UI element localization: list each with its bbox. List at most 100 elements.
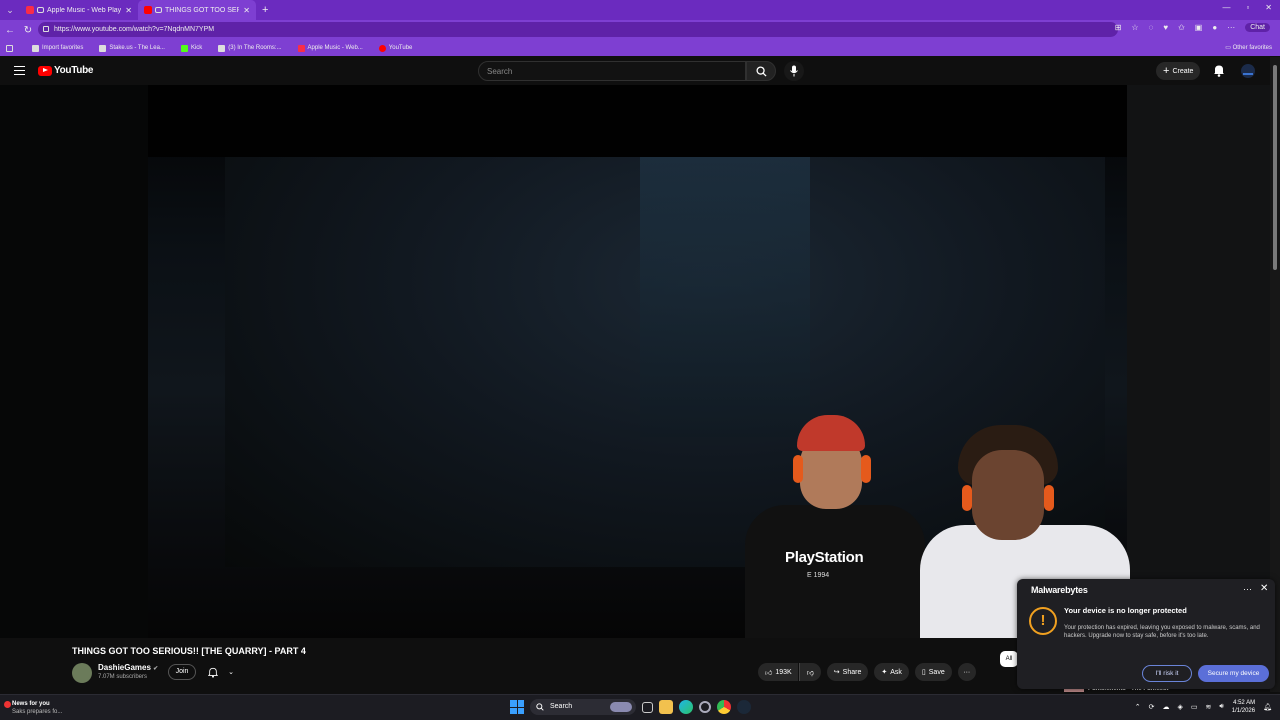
apple-music-favicon-icon [297,44,305,52]
share-button[interactable]: ↪ Share [826,663,869,681]
chevron-up-icon[interactable]: ⌃ [1135,703,1141,711]
sparkle-icon: ✦ [881,669,888,676]
cloud-icon[interactable]: ☁ [1162,703,1169,711]
lock-icon [43,26,49,32]
bookmark-stake[interactable]: Stake.us - The Lea... [99,44,165,52]
create-button[interactable]: + Create [1156,62,1201,80]
secure-device-button[interactable]: Secure my device [1198,665,1269,682]
youtube-favicon-icon [378,44,386,52]
popup-body: Your protection has expired, leaving you… [1064,625,1260,639]
bookmark-import-favorites[interactable]: Import favorites [32,44,83,52]
kick-favicon-icon [180,44,188,52]
video-title: THINGS GOT TOO SERIOUS!! [THE QUARRY] - … [72,646,306,656]
risk-it-button[interactable]: I'll risk it [1142,665,1192,682]
wifi-icon[interactable]: ≋ [1205,703,1211,711]
video-actions: 👍︎ 193K 👎︎ ↪ Share ✦ Ask ▯ Save ··· [758,663,976,681]
volume-icon[interactable]: 🔊︎ [1219,703,1223,711]
headphone [793,455,803,483]
bookmark-label: (3) In The Rooms:... [228,45,282,51]
chip-all[interactable]: All [1000,651,1018,667]
video-player[interactable]: PlayStation E 1994 [0,85,1270,638]
scrollbar-thumb[interactable] [1273,65,1277,270]
dislike-button[interactable]: 👎︎ [798,663,821,681]
youtube-play-logo-icon [38,65,52,76]
favorites-icon[interactable]: ✩ [1178,23,1185,32]
speaker-icon [37,7,44,13]
restore-icon[interactable]: ▫ [1246,3,1249,12]
clock[interactable]: 4:52 AM 1/1/2026 [1232,699,1255,715]
browser-essentials-icon[interactable]: ♥ [1163,23,1168,32]
url-field[interactable]: https://www.youtube.com/watch?v=7NqdnMN7… [38,22,1118,37]
notifications-bell-icon[interactable] [1213,64,1225,77]
notifications-icon[interactable]: 🔔︎ [1263,703,1272,711]
close-tab-icon[interactable]: ✕ [125,6,132,15]
browser-tab-strip: ⌄ Apple Music - Web Player ✕ THINGS GOT … [0,0,1280,20]
sync-icon[interactable]: ⟳ [1149,703,1155,711]
tab-actions-menu-icon[interactable]: ⌄ [0,5,20,16]
bookmark-kick[interactable]: Kick [180,44,202,52]
malwarebytes-notification: Malwarebytes ··· ✕ ! Your device is no l… [1017,579,1275,689]
task-view-icon[interactable] [642,701,653,713]
headphone [962,485,972,511]
youtube-wordmark: YouTube [54,65,94,76]
more-actions-button[interactable]: ··· [957,663,976,681]
steam-icon[interactable] [737,700,751,714]
youtube-masthead: YouTube Search + Create [0,57,1270,85]
tab-youtube-video[interactable]: THINGS GOT TOO SERIOUS!! [ ✕ [138,0,256,20]
copilot-chat-button[interactable]: Chat [1245,23,1270,32]
shirt-text: PlayStation [785,549,864,566]
search-placeholder: Search [487,67,513,76]
popup-more-options-icon[interactable]: ··· [1243,584,1252,594]
other-favorites[interactable]: ▭ Other favorites [1225,44,1272,51]
rooms-favicon-icon [218,44,226,52]
extension-icon[interactable]: ◌ [1149,23,1154,32]
video-frame: PlayStation E 1994 [0,85,1270,638]
new-tab-plus-icon[interactable]: + [262,4,268,16]
window-controls: — ▫ ✕ [1222,3,1272,12]
bookmark-icon: ▯ [921,669,926,676]
channel-name[interactable]: DashieGames ✔ [98,663,158,672]
tab-title: Apple Music - Web Player [47,6,122,14]
back-arrow-icon[interactable]: ← [2,25,18,36]
taskbar-search[interactable]: Search [530,699,636,715]
popup-close-icon[interactable]: ✕ [1260,583,1268,594]
display-icon[interactable]: ▭ [1191,703,1198,711]
collections-icon[interactable]: ▣ [1195,23,1203,32]
windows-start-icon[interactable] [510,700,524,714]
game-fog [640,157,810,437]
channel-avatar[interactable] [72,663,92,683]
search-input[interactable]: Search [478,61,746,81]
file-explorer-icon[interactable] [659,700,673,714]
favorite-star-icon[interactable]: ☆ [1131,23,1138,32]
address-toolbar: ← ↻ https://www.youtube.com/watch?v=7Nqd… [0,20,1280,40]
refresh-icon[interactable]: ↻ [20,25,36,36]
edge-browser-icon[interactable] [679,700,693,714]
chrome-icon[interactable] [717,700,731,714]
ask-button[interactable]: ✦ Ask [874,663,909,681]
bookmark-apple-music[interactable]: Apple Music - Web... [297,44,363,52]
search-button[interactable] [746,61,776,81]
subscription-bell-button[interactable]: ⌄ [203,664,239,680]
voice-search-button[interactable] [784,61,804,81]
profile-icon[interactable]: ● [1212,23,1217,32]
youtube-logo[interactable]: YouTube [38,65,94,76]
news-widget[interactable]: News for you Saks prepares fo... [12,700,62,716]
join-button[interactable]: Join [168,664,196,680]
minimize-icon[interactable]: — [1222,3,1230,12]
bookmark-youtube[interactable]: YouTube [378,44,412,52]
hamburger-menu-icon[interactable] [14,66,25,75]
news-title: News for you [12,701,50,707]
stake-favicon-icon [99,44,107,52]
save-button[interactable]: ▯ Save [914,663,952,681]
bookmarks-toggle-icon[interactable] [6,44,16,52]
settings-gear-icon[interactable] [699,701,711,713]
more-menu-icon[interactable]: ··· [1227,23,1235,32]
close-tab-icon[interactable]: ✕ [243,6,250,15]
like-button[interactable]: 👍︎ 193K [758,663,798,681]
window-close-icon[interactable]: ✕ [1265,3,1272,12]
app-available-icon[interactable]: ⊞ [1115,23,1122,32]
bookmark-in-the-rooms[interactable]: (3) In The Rooms:... [218,44,282,52]
account-avatar[interactable] [1241,64,1255,78]
shield-icon[interactable]: ◈ [1177,703,1182,711]
tab-apple-music[interactable]: Apple Music - Web Player ✕ [20,0,138,20]
